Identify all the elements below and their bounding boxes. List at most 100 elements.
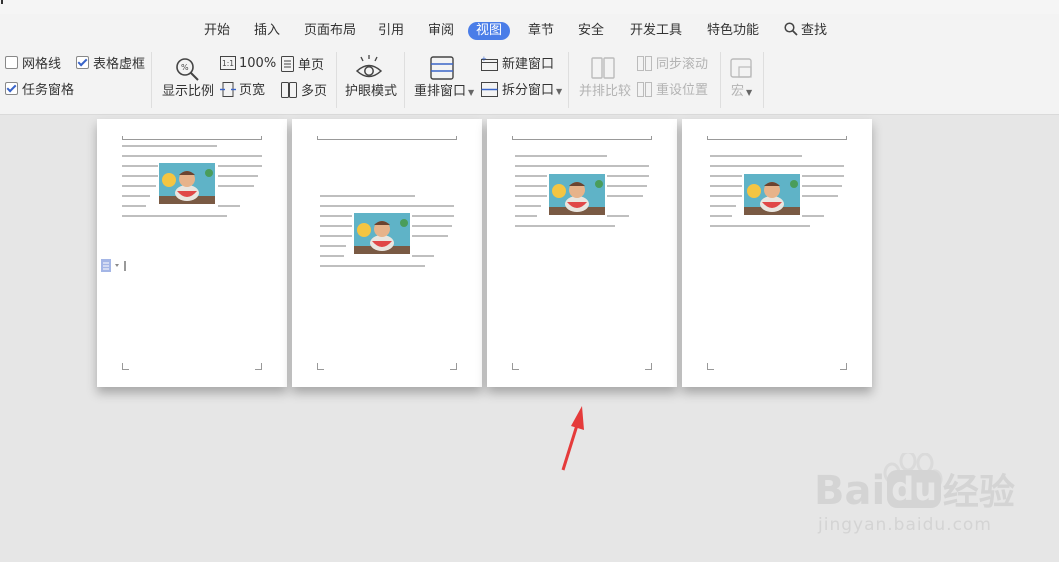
split-window-button[interactable]: 拆分窗口 ▼ bbox=[481, 82, 562, 100]
text-line bbox=[607, 215, 629, 217]
split-window-label: 拆分窗口 bbox=[502, 83, 555, 98]
svg-text:+: + bbox=[481, 56, 487, 63]
ribbon-separator bbox=[336, 52, 337, 108]
tab-page-layout[interactable]: 页面布局 bbox=[304, 22, 356, 40]
text-line bbox=[412, 215, 454, 217]
tab-security[interactable]: 安全 bbox=[578, 22, 604, 40]
ribbon-separator bbox=[151, 52, 152, 108]
tab-insert[interactable]: 插入 bbox=[254, 22, 280, 40]
text-line bbox=[607, 175, 649, 177]
arrange-window-button[interactable]: 重排窗口 ▼ bbox=[413, 54, 475, 106]
title-strip bbox=[0, 0, 1059, 14]
text-line bbox=[320, 255, 344, 257]
document-page[interactable] bbox=[292, 119, 482, 387]
search-icon bbox=[784, 22, 798, 36]
arrange-window-label: 重排窗口 ▼ bbox=[414, 84, 475, 99]
header-corner bbox=[651, 136, 652, 140]
eye-mode-button[interactable]: 护眼模式 bbox=[344, 54, 397, 106]
document-page[interactable] bbox=[682, 119, 872, 387]
macro-button[interactable]: 宏 ▼ bbox=[727, 54, 757, 106]
table-gridlines-checkbox[interactable]: 表格虚框 bbox=[76, 56, 145, 73]
footer-corner bbox=[840, 363, 847, 370]
tab-references[interactable]: 引用 bbox=[378, 22, 404, 40]
text-line bbox=[515, 165, 649, 167]
text-line bbox=[412, 255, 434, 257]
footer-corner bbox=[255, 363, 262, 370]
text-line bbox=[710, 155, 802, 157]
one-to-one-icon: 1:1 bbox=[220, 56, 236, 70]
single-page-button[interactable]: 单页 bbox=[281, 56, 324, 74]
page-width-label: 页宽 bbox=[239, 83, 266, 98]
page-width-icon bbox=[220, 82, 236, 97]
tab-view[interactable]: 视图 bbox=[468, 22, 511, 40]
text-line bbox=[122, 155, 262, 157]
header-line bbox=[122, 139, 262, 140]
text-line bbox=[515, 215, 537, 217]
page-width-button[interactable]: 页宽 bbox=[220, 82, 265, 99]
side-by-side-button[interactable]: 并排比较 bbox=[577, 54, 631, 106]
text-line bbox=[320, 195, 415, 197]
ribbon-separator bbox=[568, 52, 569, 108]
text-line bbox=[515, 225, 615, 227]
sync-scroll-label: 同步滚动 bbox=[656, 57, 709, 72]
header-corner bbox=[512, 136, 513, 140]
tab-special-features[interactable]: 特色功能 bbox=[707, 22, 759, 40]
macro-label: 宏 ▼ bbox=[731, 84, 753, 99]
document-page[interactable] bbox=[487, 119, 677, 387]
gridlines-label: 网格线 bbox=[22, 57, 62, 72]
multi-page-label: 多页 bbox=[301, 84, 328, 99]
ribbon-separator bbox=[720, 52, 721, 108]
text-line bbox=[515, 155, 607, 157]
multi-page-button[interactable]: 多页 bbox=[281, 82, 327, 100]
illustration-image bbox=[159, 163, 215, 204]
ribbon: 网格线 表格虚框 任务窗格 % 显示比例 1:1 100% 页宽 单页 多页 护眼… bbox=[0, 48, 1059, 115]
task-pane-label: 任务窗格 bbox=[22, 83, 75, 98]
footer-corner bbox=[707, 363, 714, 370]
tab-find[interactable]: 查找 bbox=[784, 22, 827, 40]
zoom-100-button[interactable]: 1:1 100% bbox=[220, 56, 276, 72]
arrange-window-icon bbox=[430, 56, 454, 80]
text-line bbox=[122, 205, 146, 207]
split-window-caret: ▼ bbox=[556, 87, 563, 96]
text-line bbox=[320, 215, 352, 217]
text-line bbox=[122, 175, 158, 177]
tab-home[interactable]: 开始 bbox=[204, 22, 230, 40]
zoom-button[interactable]: % 显示比例 bbox=[160, 54, 215, 106]
tab-review[interactable]: 审阅 bbox=[428, 22, 454, 40]
text-line bbox=[122, 145, 217, 147]
baidu-brand-bai: Bai bbox=[814, 468, 886, 514]
reset-position-icon bbox=[637, 82, 652, 97]
single-page-label: 单页 bbox=[298, 58, 325, 73]
header-corner bbox=[846, 136, 847, 140]
zoom-label: 显示比例 bbox=[162, 84, 215, 99]
text-line bbox=[412, 235, 448, 237]
text-line bbox=[320, 235, 352, 237]
footer-corner bbox=[645, 363, 652, 370]
reset-position-button[interactable]: 重设位置 bbox=[637, 82, 708, 99]
tab-developer[interactable]: 开发工具 bbox=[630, 22, 682, 40]
baidu-brand-product: 经验 bbox=[942, 472, 1015, 513]
header-corner bbox=[456, 136, 457, 140]
text-line bbox=[320, 265, 425, 267]
task-pane-checkbox[interactable]: 任务窗格 bbox=[5, 82, 74, 99]
document-float-icon[interactable] bbox=[101, 259, 127, 273]
tab-find-label: 查找 bbox=[801, 23, 828, 38]
eye-icon bbox=[355, 55, 383, 78]
header-corner bbox=[707, 136, 708, 140]
text-line bbox=[607, 195, 643, 197]
header-line bbox=[317, 139, 457, 140]
text-line bbox=[218, 205, 240, 207]
baidu-url: jingyan.baidu.com bbox=[818, 515, 992, 535]
header-corner bbox=[261, 136, 262, 140]
document-page[interactable] bbox=[97, 119, 287, 387]
text-line bbox=[607, 185, 647, 187]
svg-text:%: % bbox=[181, 63, 189, 72]
gridlines-checkbox[interactable]: 网格线 bbox=[5, 56, 61, 73]
text-line bbox=[218, 165, 262, 167]
footer-corner bbox=[317, 363, 324, 370]
tab-chapter[interactable]: 章节 bbox=[528, 22, 554, 40]
reset-position-label: 重设位置 bbox=[656, 83, 709, 98]
new-window-button[interactable]: + 新建窗口 bbox=[481, 55, 554, 73]
text-line bbox=[218, 185, 254, 187]
sync-scroll-button[interactable]: 同步滚动 bbox=[637, 56, 708, 73]
